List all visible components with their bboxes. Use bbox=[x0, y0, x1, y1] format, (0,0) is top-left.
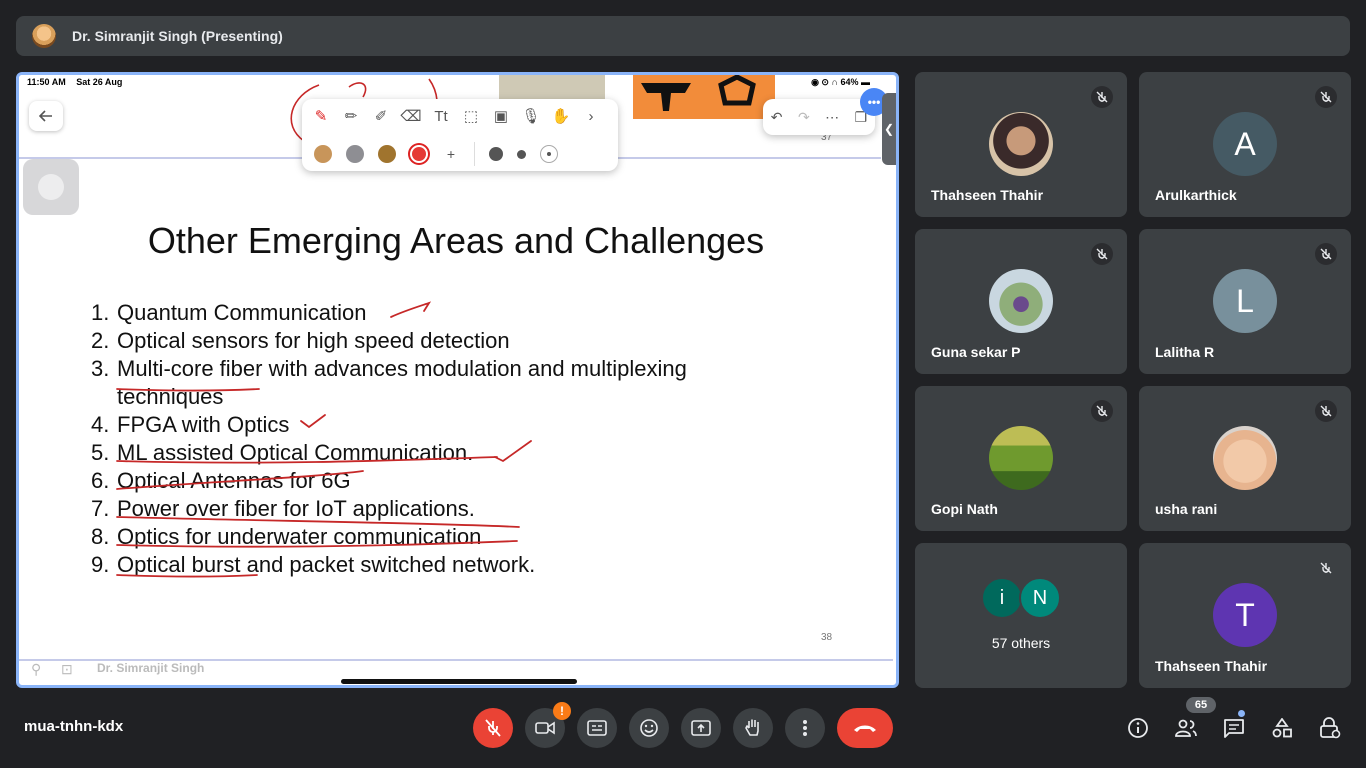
lock-person-icon bbox=[1320, 717, 1341, 739]
participant-tile[interactable]: Thahseen Thahir bbox=[915, 72, 1127, 217]
mic-off-icon bbox=[1315, 400, 1337, 422]
mic-off-icon bbox=[1091, 86, 1113, 108]
participant-photo bbox=[989, 426, 1053, 490]
activities-button[interactable] bbox=[1267, 713, 1297, 743]
camera-warning-badge: ! bbox=[553, 702, 571, 720]
present-screen-icon bbox=[691, 720, 711, 736]
people-count-badge: 65 bbox=[1186, 697, 1216, 713]
mic-off-icon bbox=[1315, 86, 1337, 108]
inbox-icon: ⊡ bbox=[61, 661, 73, 677]
chat-icon bbox=[1224, 719, 1244, 738]
activities-shapes-icon bbox=[1272, 718, 1292, 738]
closed-captions-icon bbox=[587, 720, 607, 736]
participant-name: Thahseen Thahir bbox=[1155, 658, 1268, 674]
more-options-button[interactable] bbox=[785, 708, 825, 748]
others-avatar-group: i N bbox=[981, 577, 1061, 619]
raise-hand-button[interactable] bbox=[733, 708, 773, 748]
presenter-avatar bbox=[32, 24, 56, 48]
meeting-code: mua-tnhn-kdx bbox=[24, 718, 124, 735]
video-camera-icon bbox=[535, 721, 555, 735]
end-call-icon bbox=[854, 725, 876, 732]
participant-photo bbox=[989, 269, 1053, 333]
participant-name: Lalitha R bbox=[1155, 344, 1215, 360]
presenter-name: Dr. Simranjit Singh (Presenting) bbox=[72, 28, 283, 44]
presenter-bar: Dr. Simranjit Singh (Presenting) bbox=[16, 16, 1350, 56]
participant-name: usha rani bbox=[1155, 501, 1218, 517]
pin-icon: ⚲ bbox=[31, 661, 42, 677]
mic-toggle-button[interactable] bbox=[473, 708, 513, 748]
camera-toggle-button[interactable]: ! bbox=[525, 702, 571, 748]
meeting-details-button[interactable] bbox=[1123, 713, 1153, 743]
mic-off-icon bbox=[1091, 243, 1113, 265]
participant-name: Thahseen Thahir bbox=[931, 187, 1044, 203]
host-controls-button[interactable] bbox=[1315, 713, 1345, 743]
chat-button[interactable] bbox=[1219, 713, 1249, 743]
participant-name: Arulkarthick bbox=[1155, 187, 1237, 203]
people-icon bbox=[1175, 719, 1197, 737]
more-vert-icon bbox=[803, 720, 807, 736]
footer-presenter-name: Dr. Simranjit Singh bbox=[97, 661, 205, 675]
participant-photo bbox=[989, 112, 1053, 176]
others-avatar: N bbox=[1019, 577, 1061, 619]
present-screen-button[interactable] bbox=[681, 708, 721, 748]
participant-name: Guna sekar P bbox=[931, 344, 1021, 360]
others-count-label: 57 others bbox=[991, 635, 1051, 651]
people-button[interactable] bbox=[1171, 713, 1201, 743]
slide-number: 38 bbox=[821, 632, 833, 643]
participant-tile[interactable]: Gopi Nath bbox=[915, 386, 1127, 531]
others-avatar: i bbox=[981, 577, 1023, 619]
participant-tile[interactable]: T Thahseen Thahir bbox=[1139, 543, 1351, 688]
mic-off-icon bbox=[1091, 400, 1113, 422]
participant-name: Gopi Nath bbox=[931, 501, 998, 517]
participant-initial-avatar: A bbox=[1213, 112, 1277, 176]
participant-photo bbox=[1213, 426, 1277, 490]
participant-tile[interactable]: L Lalitha R bbox=[1139, 229, 1351, 374]
raise-hand-icon bbox=[745, 719, 759, 736]
captions-button[interactable] bbox=[577, 708, 617, 748]
participant-tile[interactable]: Guna sekar P bbox=[915, 229, 1127, 374]
info-icon bbox=[1128, 718, 1148, 738]
leave-call-button[interactable] bbox=[837, 708, 893, 748]
mic-off-icon bbox=[1315, 557, 1337, 579]
others-tile[interactable]: i N 57 others bbox=[915, 543, 1127, 688]
participant-tile[interactable]: usha rani bbox=[1139, 386, 1351, 531]
home-indicator bbox=[341, 679, 577, 684]
participant-tile[interactable]: A Arulkarthick bbox=[1139, 72, 1351, 217]
chat-notification-dot bbox=[1238, 710, 1245, 717]
participant-initial-avatar: L bbox=[1213, 269, 1277, 333]
reactions-button[interactable] bbox=[629, 708, 669, 748]
mic-off-icon bbox=[1315, 243, 1337, 265]
emoji-icon bbox=[640, 719, 658, 737]
ink-annotations bbox=[116, 301, 532, 578]
participant-initial-avatar: T bbox=[1213, 583, 1277, 647]
mic-off-icon bbox=[485, 719, 501, 737]
shared-screen: 37 11:50 AM Sat 26 Aug ◉ ⊙ ∩ 64% ▬ ✎ ✏ ✐… bbox=[16, 72, 899, 688]
